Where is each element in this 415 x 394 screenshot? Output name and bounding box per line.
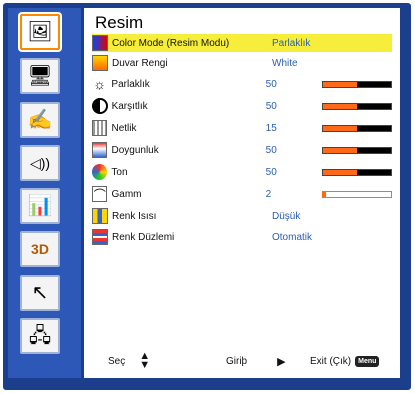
- sidebar-item-screen[interactable]: 🖥: [20, 58, 60, 94]
- color-mode-icon: [92, 35, 108, 51]
- interactive-icon: ↖: [31, 282, 49, 304]
- menu-row-gamma[interactable]: ⌒ Gamm 2: [92, 185, 392, 203]
- sidebar-item-3d[interactable]: 3D: [20, 231, 60, 267]
- menu-row-contrast[interactable]: Karşıtlık 50: [92, 97, 392, 115]
- menu-row-color-mode[interactable]: Color Mode (Resim Modu) Parlaklık: [92, 34, 392, 52]
- right-arrow-icon: ▶: [277, 355, 286, 368]
- hint-select: Seç ▲ ▼: [108, 350, 151, 371]
- lan-icon: 🖧: [28, 325, 52, 347]
- screen-icon: 🖥: [27, 65, 53, 87]
- settings-hand-icon: ✍: [27, 109, 53, 131]
- gamma-icon: ⌒: [92, 186, 108, 202]
- wall-color-icon: [92, 55, 108, 71]
- sun-icon: ☼: [93, 76, 107, 92]
- menu-key-icon: Menu: [355, 355, 380, 367]
- menu-row-wall-color[interactable]: Duvar Rengi White: [92, 54, 392, 72]
- menu-row-sharpness[interactable]: Netlik 15: [92, 119, 392, 137]
- page-title: Resim: [95, 13, 144, 32]
- tint-slider[interactable]: [321, 168, 392, 176]
- brightness-slider[interactable]: [321, 80, 392, 88]
- contrast-icon: [92, 98, 108, 114]
- menu-row-brightness[interactable]: ☼ Parlaklık 50: [92, 75, 392, 93]
- sidebar-item-interactive[interactable]: ↖: [20, 275, 60, 311]
- sidebar-item-picture[interactable]: 🖼: [20, 14, 60, 50]
- sharpness-icon: [92, 120, 108, 136]
- menu-row-color-space[interactable]: Renk Düzlemi Otomatik: [92, 228, 392, 246]
- tint-icon: [92, 164, 108, 180]
- volume-icon: ◁)): [29, 155, 51, 171]
- saturation-slider[interactable]: [321, 146, 392, 154]
- menu-row-tint[interactable]: Ton 50: [92, 163, 392, 181]
- menu-row-color-temp[interactable]: Renk Isısı Düşük: [92, 207, 392, 225]
- contrast-slider[interactable]: [321, 102, 392, 110]
- sidebar-item-options[interactable]: 📊: [20, 188, 60, 224]
- picture-icon: 🖼: [27, 21, 53, 43]
- sidebar: 🖼 🖥 ✍ ◁)) 📊 3D ↖ 🖧: [8, 8, 81, 378]
- 3d-icon: 3D: [31, 241, 49, 257]
- sharpness-slider[interactable]: [321, 124, 392, 132]
- sidebar-item-lan[interactable]: 🖧: [20, 318, 60, 354]
- options-icon: 📊: [27, 195, 53, 217]
- gamma-slider[interactable]: [321, 190, 392, 198]
- hint-exit: Exit (Çık) Menu: [310, 355, 380, 367]
- color-temp-icon: [92, 208, 108, 224]
- key-hints-bar: Seç ▲ ▼ Giriþ ▶ Exit (Çık) Menu: [84, 350, 400, 372]
- sidebar-item-volume[interactable]: ◁)): [20, 145, 60, 181]
- hint-enter: Giriþ ▶: [226, 355, 286, 368]
- menu-panel: Resim Color Mode (Resim Modu) Parlaklık …: [84, 8, 400, 378]
- up-down-arrow-icon: ▲ ▼: [139, 350, 151, 371]
- sidebar-item-settings[interactable]: ✍: [20, 102, 60, 138]
- saturation-icon: [92, 142, 108, 158]
- menu-row-saturation[interactable]: Doygunluk 50: [92, 141, 392, 159]
- color-space-icon: [92, 229, 108, 245]
